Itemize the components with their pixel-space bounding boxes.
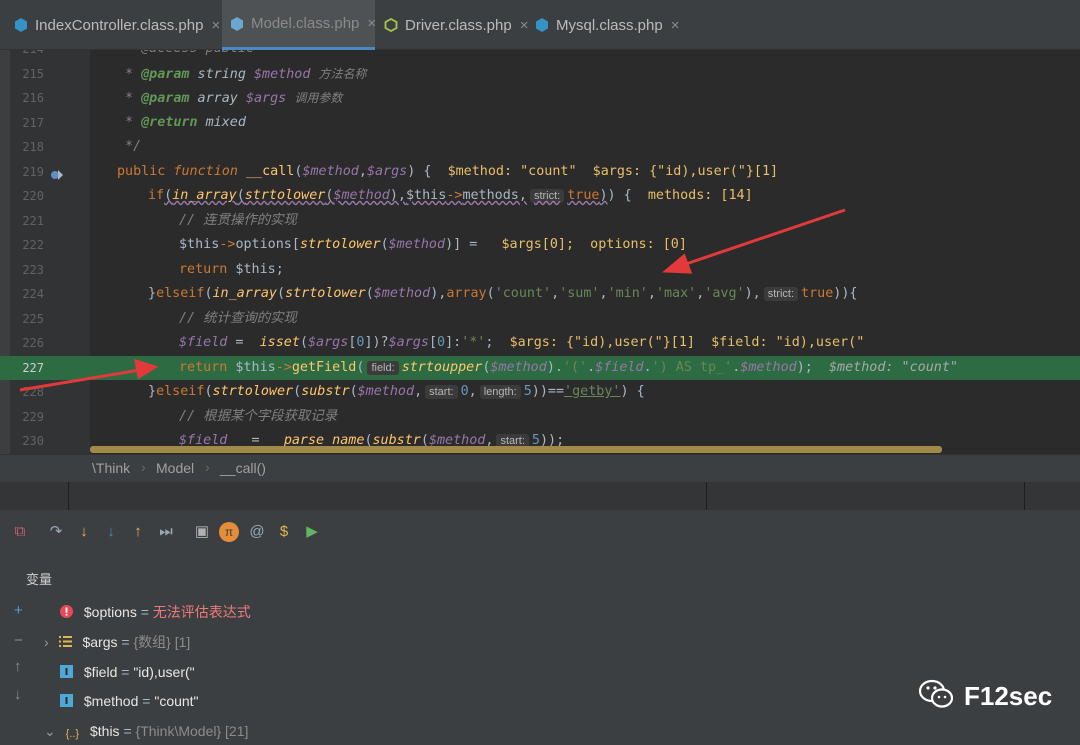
variable-row[interactable]: $options = 无法评估表达式 (60, 600, 251, 624)
remove-watch-icon[interactable]: − (14, 632, 23, 649)
annotation-arrows (19, 208, 846, 392)
watermark: F12sec (918, 679, 1052, 714)
tab-model[interactable]: Model.class.php × (222, 0, 376, 50)
pi-icon[interactable]: π (219, 522, 239, 542)
expand-chevron-icon[interactable]: › (44, 634, 49, 650)
breadcrumb-class[interactable]: Model (156, 460, 194, 476)
resume-icon[interactable]: ▶ (302, 522, 322, 542)
close-icon[interactable]: × (367, 15, 376, 32)
annotation-arrowhead (134, 358, 159, 380)
primitive-icon (60, 661, 73, 678)
collapse-chevron-icon[interactable]: ⌄ (44, 723, 56, 739)
variable-row[interactable]: $field = "id),user(" (60, 660, 195, 684)
breadcrumb-separator: › (205, 459, 210, 475)
tab-mysql[interactable]: Mysql.class.php × (535, 0, 679, 50)
variable-row[interactable]: › $args = {数组} [1] (44, 630, 190, 654)
breadcrumb-namespace[interactable]: \Think (92, 460, 130, 476)
php-file-icon (230, 16, 244, 31)
frames-icon[interactable]: ⧉ (10, 522, 30, 542)
object-icon: {..} (65, 728, 80, 740)
close-icon[interactable]: × (211, 17, 220, 34)
dollar-icon[interactable]: $ (274, 522, 294, 542)
tab-indexcontroller[interactable]: IndexController.class.php × (14, 0, 220, 50)
php-file-icon (535, 18, 549, 32)
wechat-icon (918, 679, 954, 714)
annotation-arrow (679, 208, 846, 268)
annotation-arrowhead (662, 253, 693, 274)
panel-divider-strip (0, 482, 1080, 510)
code-editor[interactable]: 214* @access public 215* @param string $… (0, 50, 1080, 454)
step-out-icon[interactable]: ↑ (128, 522, 148, 542)
force-step-into-icon[interactable]: ↓ (101, 522, 121, 542)
editor-tab-bar: IndexController.class.php × Model.class.… (0, 0, 1080, 50)
step-over-icon[interactable]: ↷ (46, 522, 66, 542)
error-icon (60, 601, 73, 618)
tab-driver[interactable]: Driver.class.php × (384, 0, 528, 50)
variable-row[interactable]: $method = "count" (60, 689, 199, 713)
breadcrumb: \Think › Model › __call() (0, 454, 1080, 482)
close-icon[interactable]: × (520, 17, 529, 34)
close-icon[interactable]: × (671, 17, 680, 34)
add-watch-icon[interactable]: + (14, 602, 23, 619)
array-icon (58, 631, 72, 647)
breadcrumb-separator: › (141, 459, 146, 475)
move-down-icon[interactable]: ↓ (14, 686, 22, 703)
php-file-icon (14, 18, 28, 32)
breadcrumb-method[interactable]: __call() (220, 460, 266, 476)
run-to-cursor-icon[interactable]: ⏭ (156, 522, 176, 542)
interface-file-icon (384, 17, 398, 33)
at-icon[interactable]: @ (247, 522, 267, 542)
move-up-icon[interactable]: ↑ (14, 658, 22, 675)
variable-row[interactable]: ⌄ {..} $this = {Think\Model} [21] (44, 719, 248, 743)
evaluate-expression-icon[interactable]: ▣ (192, 522, 212, 542)
variables-title: 变量 (26, 572, 53, 587)
annotation-arrow (19, 368, 141, 392)
step-into-icon[interactable]: ↓ (74, 522, 94, 542)
primitive-icon (60, 690, 73, 707)
